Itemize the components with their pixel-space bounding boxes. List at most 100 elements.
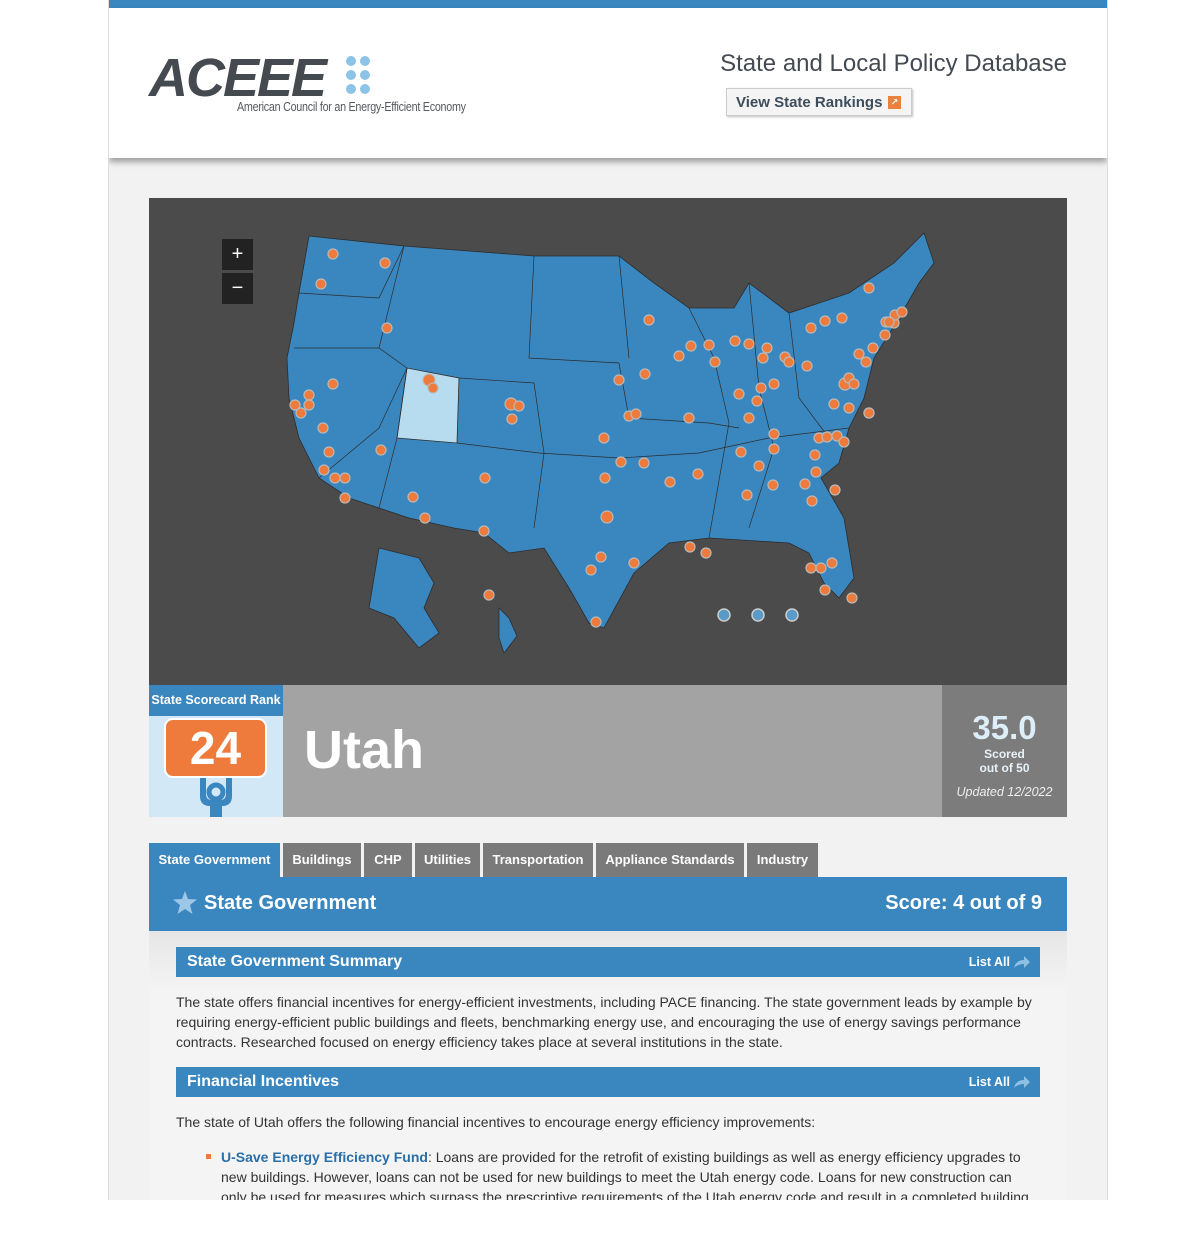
- tab-industry[interactable]: Industry: [747, 843, 818, 877]
- tab-buildings[interactable]: Buildings: [283, 843, 361, 877]
- tab-state-government[interactable]: State Government: [149, 843, 280, 877]
- marker[interactable]: [819, 584, 831, 596]
- marker[interactable]: [829, 484, 841, 496]
- marker[interactable]: [805, 322, 817, 334]
- marker[interactable]: [768, 443, 780, 455]
- marker[interactable]: [506, 413, 518, 425]
- marker[interactable]: [315, 278, 327, 290]
- zoom-in-button[interactable]: +: [222, 239, 253, 270]
- marker[interactable]: [303, 399, 315, 411]
- marker[interactable]: [828, 398, 840, 410]
- marker[interactable]: [595, 551, 607, 563]
- tab-appliance-standards[interactable]: Appliance Standards: [596, 843, 744, 877]
- marker[interactable]: [755, 382, 767, 394]
- marker[interactable]: [590, 616, 602, 628]
- marker[interactable]: [801, 360, 813, 372]
- marker[interactable]: [836, 312, 848, 324]
- marker[interactable]: [805, 562, 817, 574]
- marker[interactable]: [879, 329, 891, 341]
- marker[interactable]: [303, 389, 315, 401]
- marker[interactable]: [375, 444, 387, 456]
- marker[interactable]: [729, 335, 741, 347]
- share-arrow-icon[interactable]: [1014, 955, 1030, 969]
- zoom-out-button[interactable]: −: [222, 273, 253, 304]
- marker[interactable]: [381, 322, 393, 334]
- marker[interactable]: [478, 525, 490, 537]
- marker[interactable]: [735, 446, 747, 458]
- marker[interactable]: [327, 378, 339, 390]
- carousel-dot-3[interactable]: [785, 608, 799, 622]
- tab-utilities[interactable]: Utilities: [415, 843, 480, 877]
- marker[interactable]: [628, 557, 640, 569]
- marker[interactable]: [479, 472, 491, 484]
- marker[interactable]: [630, 408, 642, 420]
- marker[interactable]: [339, 472, 351, 484]
- state-map[interactable]: + −: [149, 198, 1067, 685]
- marker[interactable]: [853, 348, 865, 360]
- marker[interactable]: [810, 466, 822, 478]
- carousel-dot-2[interactable]: [751, 608, 765, 622]
- marker[interactable]: [799, 478, 811, 490]
- tab-chp[interactable]: CHP: [364, 843, 412, 877]
- marker[interactable]: [685, 340, 697, 352]
- summary-list-all-link[interactable]: List All: [969, 955, 1010, 969]
- marker[interactable]: [613, 374, 625, 386]
- marker[interactable]: [419, 512, 431, 524]
- marker[interactable]: [843, 402, 855, 414]
- carousel-dot-1[interactable]: [717, 608, 731, 622]
- hawaii-state[interactable]: [498, 607, 518, 654]
- marker[interactable]: [673, 350, 685, 362]
- share-arrow-icon[interactable]: [1014, 1075, 1030, 1089]
- marker[interactable]: [513, 400, 525, 412]
- marker[interactable]: [407, 491, 419, 503]
- marker[interactable]: [846, 592, 858, 604]
- marker[interactable]: [615, 456, 627, 468]
- incentives-list-all-link[interactable]: List All: [969, 1075, 1010, 1089]
- marker[interactable]: [753, 460, 765, 472]
- marker[interactable]: [848, 378, 860, 390]
- marker[interactable]: [815, 562, 827, 574]
- marker[interactable]: [761, 342, 773, 354]
- marker[interactable]: [329, 472, 341, 484]
- marker[interactable]: [295, 407, 307, 419]
- marker[interactable]: [684, 541, 696, 553]
- marker[interactable]: [768, 378, 780, 390]
- marker[interactable]: [896, 306, 908, 318]
- marker[interactable]: [757, 352, 769, 364]
- marker[interactable]: [826, 557, 838, 569]
- u-save-fund-link[interactable]: U-Save Energy Efficiency Fund: [221, 1149, 428, 1165]
- marker[interactable]: [838, 436, 850, 448]
- marker[interactable]: [867, 342, 879, 354]
- marker[interactable]: [743, 338, 755, 350]
- marker[interactable]: [883, 316, 895, 328]
- marker[interactable]: [323, 446, 335, 458]
- marker[interactable]: [692, 468, 704, 480]
- marker[interactable]: [585, 564, 597, 576]
- view-state-rankings-button[interactable]: View State Rankings ↗: [726, 88, 912, 116]
- marker[interactable]: [860, 356, 872, 368]
- marker[interactable]: [379, 257, 391, 269]
- marker[interactable]: [751, 395, 763, 407]
- marker[interactable]: [483, 589, 495, 601]
- marker[interactable]: [638, 457, 650, 469]
- marker[interactable]: [821, 431, 833, 443]
- marker[interactable]: [863, 407, 875, 419]
- marker[interactable]: [339, 492, 351, 504]
- marker[interactable]: [767, 479, 779, 491]
- marker[interactable]: [806, 495, 818, 507]
- marker[interactable]: [317, 422, 329, 434]
- marker[interactable]: [783, 356, 795, 368]
- marker[interactable]: [768, 428, 780, 440]
- alaska-state[interactable]: [368, 547, 440, 649]
- marker[interactable]: [318, 464, 330, 476]
- aceee-logo[interactable]: ACEEE: [149, 48, 327, 108]
- marker[interactable]: [427, 382, 439, 394]
- marker[interactable]: [643, 314, 655, 326]
- marker[interactable]: [598, 432, 610, 444]
- marker[interactable]: [599, 472, 611, 484]
- marker[interactable]: [683, 412, 695, 424]
- marker[interactable]: [741, 489, 753, 501]
- marker[interactable]: [863, 282, 875, 294]
- marker[interactable]: [809, 449, 821, 461]
- marker[interactable]: [639, 368, 651, 380]
